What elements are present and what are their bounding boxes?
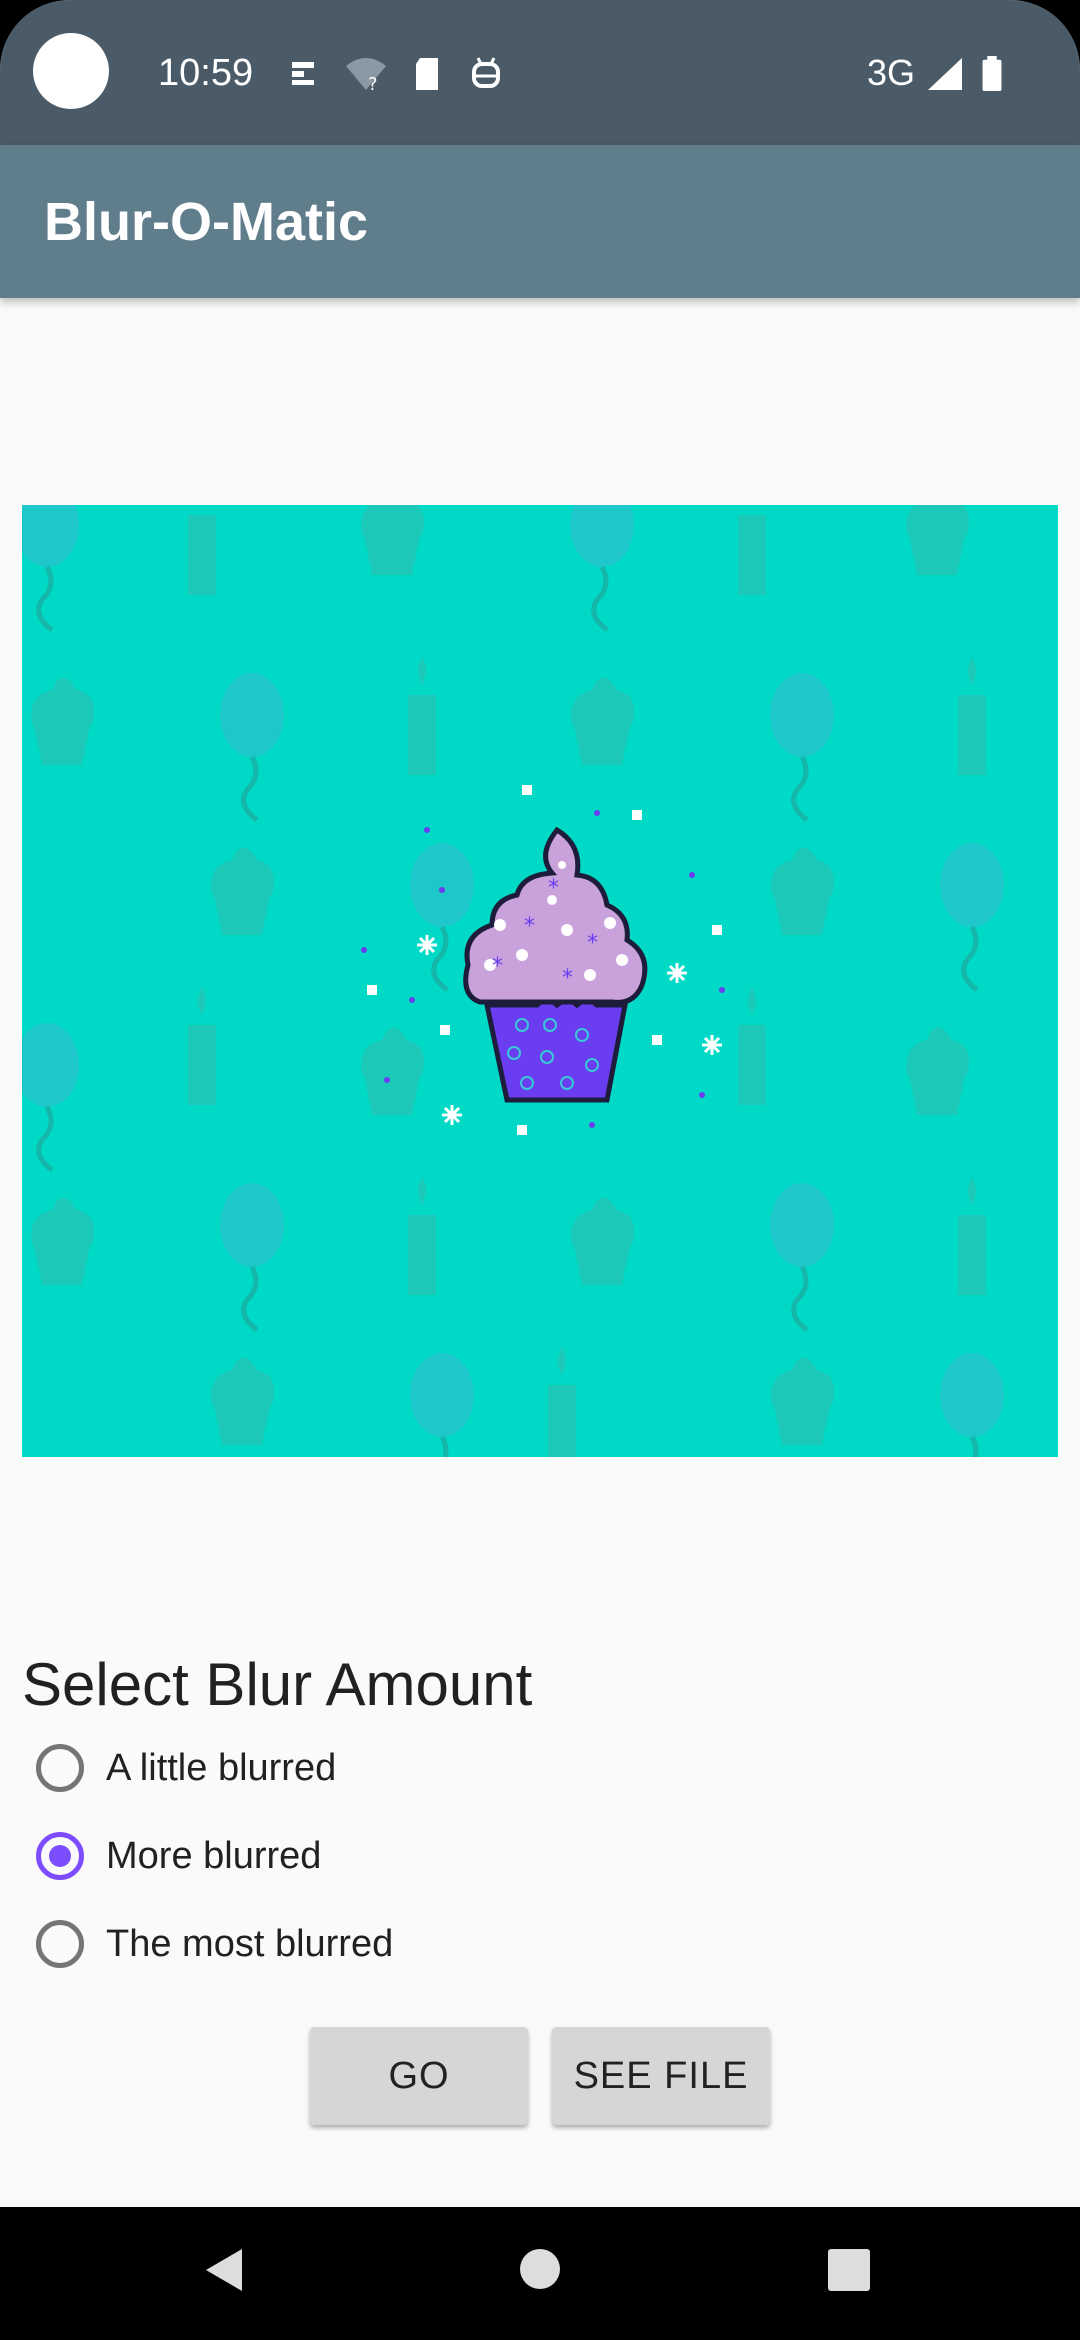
- camera-cutout: [33, 33, 109, 109]
- radio-label-most-blur: The most blurred: [106, 1922, 394, 1965]
- cupcake-image: * * * * *: [22, 505, 1058, 1457]
- see-file-button[interactable]: SEE FILE: [552, 2027, 770, 2125]
- go-button[interactable]: GO: [310, 2027, 528, 2125]
- back-icon[interactable]: [200, 2245, 250, 2295]
- app-bar: Blur-O-Matic: [0, 145, 1080, 298]
- navigation-bar: [0, 2207, 1080, 2340]
- radio-option-more-blur[interactable]: More blurred: [36, 1820, 636, 1892]
- svg-text:?: ?: [368, 74, 378, 92]
- home-icon[interactable]: [518, 2247, 562, 2291]
- cupcake-icon: * * * * *: [463, 826, 648, 1103]
- battery-icon: [982, 56, 1002, 92]
- radio-button-unchecked[interactable]: [36, 1744, 84, 1792]
- android-debug-icon: [472, 57, 500, 88]
- blur-section-title: Select Blur Amount: [22, 1651, 533, 1718]
- svg-text:*: *: [587, 931, 598, 956]
- signal-icon: [928, 58, 962, 90]
- status-bar: 10:59 ? 3G: [0, 0, 1080, 145]
- network-type: 3G: [867, 52, 916, 93]
- notification-icon: [292, 62, 314, 85]
- svg-text:*: *: [562, 966, 573, 991]
- party-pattern-image: * * * * *: [22, 505, 1058, 1457]
- radio-option-most-blur[interactable]: The most blurred: [36, 1908, 636, 1980]
- radio-button-unchecked[interactable]: [36, 1920, 84, 1968]
- radio-option-little-blur[interactable]: A little blurred: [36, 1732, 636, 1804]
- svg-text:*: *: [548, 876, 559, 901]
- radio-label-little-blur: A little blurred: [106, 1746, 337, 1789]
- svg-text:*: *: [524, 914, 535, 939]
- radio-label-more-blur: More blurred: [106, 1834, 322, 1877]
- wifi-unknown-icon: ?: [346, 58, 386, 92]
- recents-icon[interactable]: [828, 2249, 870, 2291]
- device-screen: 10:59 ? 3G Blur-O-Matic * * * * * Select…: [0, 0, 1080, 2340]
- app-title: Blur-O-Matic: [44, 192, 368, 252]
- svg-text:*: *: [492, 954, 503, 979]
- radio-button-checked[interactable]: [36, 1832, 84, 1880]
- sd-card-icon: [416, 58, 438, 90]
- status-time: 10:59: [158, 52, 254, 94]
